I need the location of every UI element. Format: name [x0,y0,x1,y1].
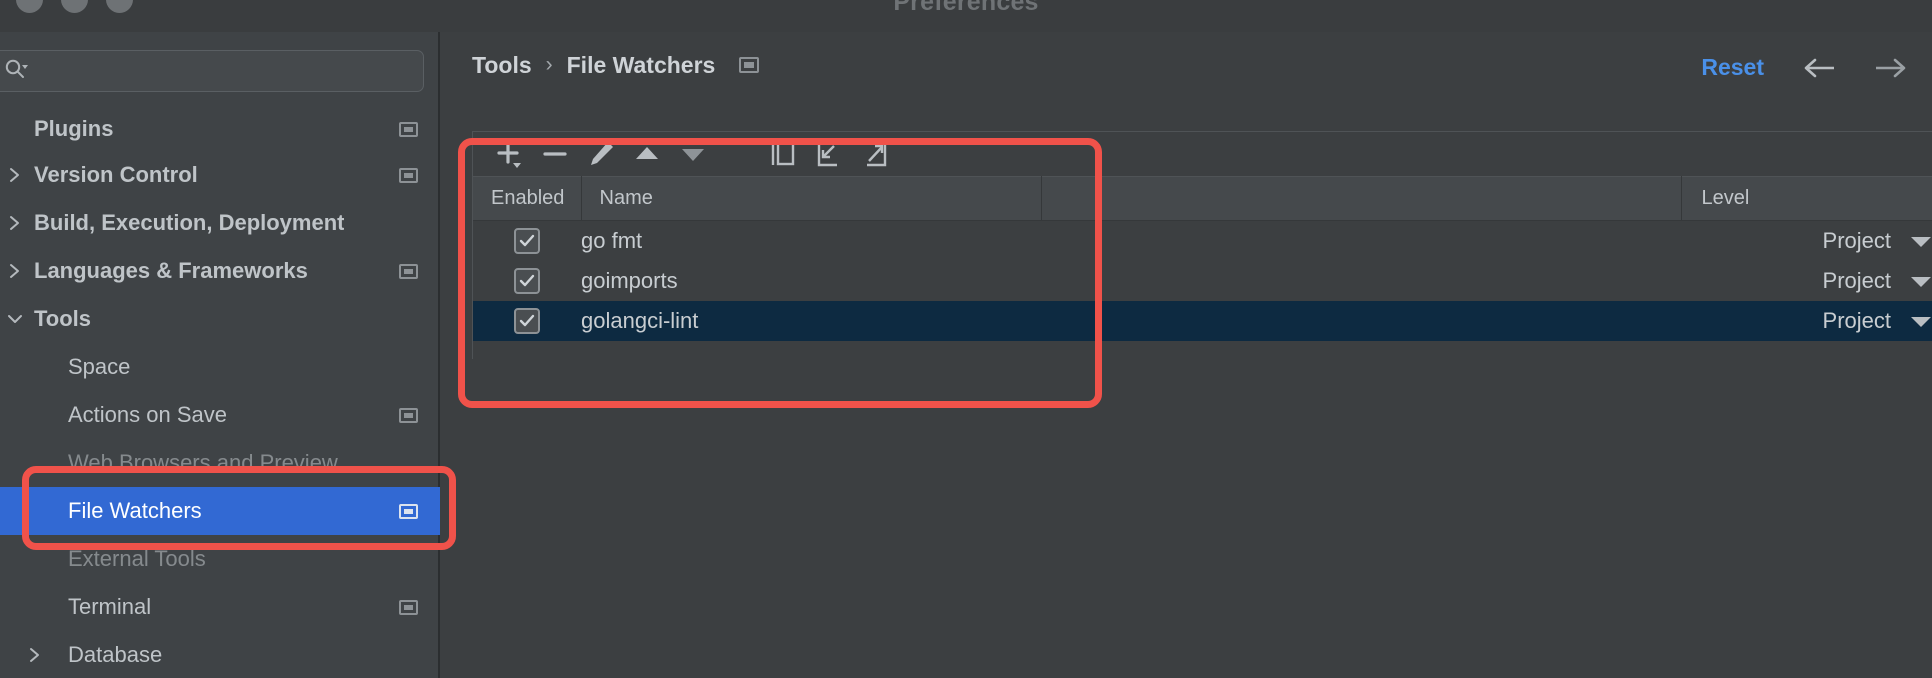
table-row[interactable]: goimports Project [473,260,1932,301]
sidebar-item-label: Actions on Save [68,402,227,427]
sidebar-item-actions-on-save[interactable]: Actions on Save [0,391,440,439]
remove-watcher-button[interactable] [533,134,577,174]
chevron-down-icon[interactable] [0,313,30,325]
level-cell[interactable]: Project [1681,221,1932,261]
table-body: go fmt Project goimports Project golangc… [473,220,1932,341]
move-up-button[interactable] [625,134,669,174]
sidebar-item-plugins[interactable]: Plugins [0,107,440,151]
spacer-cell [1041,221,1681,261]
breadcrumb-separator: › [545,53,553,76]
sidebar-item-label: Database [68,642,163,667]
sidebar-item-version-control[interactable]: Version Control [0,151,440,199]
sidebar-item-build-execution-deployment[interactable]: Build, Execution, Deployment [0,199,440,247]
search-input[interactable] [29,60,423,82]
copy-watcher-button[interactable] [761,134,805,174]
arrow-left-icon[interactable] [1800,53,1840,83]
sidebar-item-label: File Watchers [68,498,202,523]
chevron-right-icon[interactable] [0,214,30,232]
column-header-enabled[interactable]: Enabled [473,176,582,221]
level-cell[interactable]: Project [1681,301,1932,341]
table-row[interactable]: go fmt Project [473,220,1932,261]
project-scope-icon [399,263,418,279]
spacer-cell [1041,261,1681,301]
breadcrumb-item-tools[interactable]: Tools [472,52,532,79]
main-panel: Tools › File Watchers Reset Enabled Name… [442,25,1932,678]
watcher-name: golangci-lint [581,307,699,333]
level-value: Project [1822,307,1891,333]
sidebar-item-languages-frameworks[interactable]: Languages & Frameworks [0,247,440,295]
chevron-right-icon[interactable] [0,166,30,184]
column-header-name[interactable]: Name [581,176,1042,221]
project-scope-icon [399,167,418,183]
enabled-cell [473,221,581,261]
project-scope-icon [739,57,760,73]
breadcrumb-item-file-watchers: File Watchers [566,51,716,78]
window-title: Preferences [893,0,1039,16]
sidebar-item-label: Tools [34,306,92,331]
sidebar-item-web-browsers-and-preview[interactable]: Web Browsers and Preview [0,439,440,487]
watcher-name: goimports [581,267,678,293]
project-scope-icon [399,599,418,615]
enabled-checkbox[interactable] [514,268,540,295]
enabled-cell [473,301,581,341]
chevron-down-icon[interactable] [1909,268,1932,294]
level-cell[interactable]: Project [1681,261,1932,301]
sidebar-item-file-watchers[interactable]: File Watchers [0,487,440,535]
chevron-right-icon[interactable] [0,262,30,280]
settings-sidebar: Plugins Version Control Build, Execution… [0,25,440,678]
arrow-right-icon[interactable] [1870,53,1910,83]
file-watchers-panel: Enabled Name Level go fmt Project goimpo… [472,131,1932,393]
sidebar-item-database[interactable]: Database [0,631,440,678]
preferences-window: Preferences Plugins Version Control Buil… [0,0,1932,678]
export-icon[interactable] [853,134,897,174]
settings-tree: Plugins Version Control Build, Execution… [0,107,440,678]
enabled-checkbox[interactable] [514,308,540,335]
project-scope-icon [399,121,418,137]
move-down-button[interactable] [671,134,715,174]
column-header-level[interactable]: Level [1681,176,1932,221]
sidebar-item-label: Version Control [34,162,198,187]
watcher-name: go fmt [581,227,643,253]
title-bar: Preferences [0,0,1932,32]
chevron-down-icon[interactable] [1909,308,1932,334]
breadcrumb: Tools › File Watchers [472,51,760,79]
chevron-right-icon[interactable] [20,646,50,664]
level-value: Project [1822,227,1891,253]
sidebar-item-label: Web Browsers and Preview [68,450,338,475]
add-watcher-button[interactable] [487,134,531,174]
sidebar-item-space[interactable]: Space [0,343,440,391]
sidebar-item-terminal[interactable]: Terminal [0,583,440,631]
enabled-checkbox[interactable] [514,228,540,255]
column-header-spacer [1041,176,1682,221]
table-header-row: Enabled Name Level [473,176,1932,221]
chevron-down-icon[interactable] [1909,228,1932,254]
sidebar-item-label: Build, Execution, Deployment [34,210,345,235]
file-watchers-table: Enabled Name Level go fmt Project goimpo… [473,176,1932,341]
enabled-cell [473,261,581,301]
search-box[interactable] [0,50,424,92]
sidebar-item-label: Plugins [34,116,114,141]
header-actions: Reset [1695,50,1910,85]
edit-watcher-button[interactable] [579,134,623,174]
table-header: Enabled Name Level [473,176,1932,221]
sidebar-item-label: Space [68,354,131,379]
import-icon[interactable] [807,134,851,174]
sidebar-item-label: Terminal [68,594,152,619]
table-empty-area[interactable] [473,340,1932,393]
spacer-cell [1041,301,1681,341]
sidebar-item-external-tools[interactable]: External Tools [0,535,440,583]
project-scope-icon [399,503,418,519]
sidebar-item-tools[interactable]: Tools [0,295,440,343]
sidebar-item-label: Languages & Frameworks [34,258,308,283]
reset-button[interactable]: Reset [1695,50,1770,85]
sidebar-item-label: External Tools [68,546,206,571]
breadcrumb-bar: Tools › File Watchers Reset [442,36,1932,94]
table-row[interactable]: golangci-lint Project [473,300,1932,341]
project-scope-icon [399,407,418,423]
file-watchers-toolbar [473,132,1932,176]
level-value: Project [1822,267,1891,293]
content-area: Enabled Name Level go fmt Project goimpo… [442,103,1932,678]
search-icon [3,56,29,87]
